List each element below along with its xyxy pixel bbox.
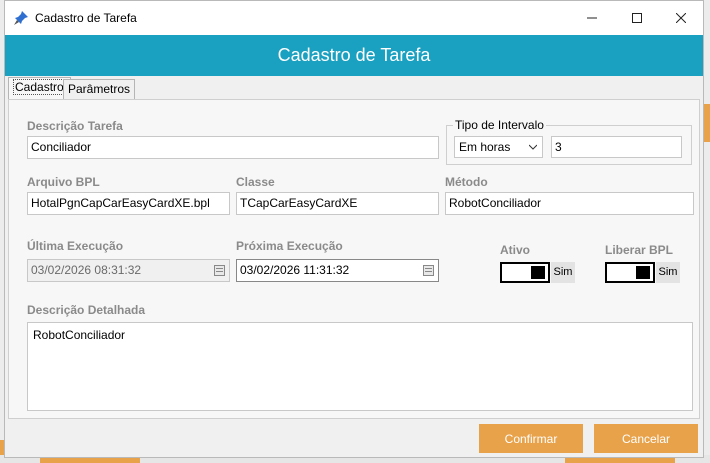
minimize-button[interactable] [570,1,614,35]
maximize-button[interactable] [615,1,659,35]
close-button[interactable] [659,1,703,35]
metodo-label: Método [445,175,488,189]
ativo-toggle-state: Sim [551,262,575,283]
calendar-icon [214,265,225,276]
ativo-label: Ativo [500,243,530,257]
descricao-detalhada-textarea[interactable]: RobotConciliador [27,322,693,411]
descricao-tarefa-input[interactable]: Conciliador [27,136,439,159]
descricao-detalhada-label: Descrição Detalhada [27,303,146,317]
tab-bar: Cadastro Parâmetros [5,76,703,100]
pushpin-icon [14,11,28,25]
confirm-button[interactable]: Confirmar [479,424,583,453]
maximize-icon [632,13,642,23]
tipo-intervalo-select-value: Em horas [459,140,511,154]
ultima-execucao-label: Última Execução [27,239,124,253]
arquivo-bpl-input[interactable]: HotalPgnCapCarEasyCardXE.bpl [27,192,230,215]
cancel-button[interactable]: Cancelar [594,424,698,453]
minimize-icon [587,17,597,19]
chevron-down-icon [529,144,537,150]
liberar-bpl-toggle-state: Sim [656,262,680,283]
ultima-execucao-input: 03/02/2026 08:31:32 [27,259,230,282]
classe-label: Classe [236,175,275,189]
tab-content-cadastro: Descrição Tarefa Conciliador Tipo de Int… [8,99,700,419]
liberar-bpl-toggle[interactable] [605,262,655,283]
background-app-button-right [704,104,710,142]
intervalo-value-input[interactable]: 3 [551,136,682,158]
proxima-execucao-label: Próxima Execução [236,239,343,253]
title-bar[interactable]: Cadastro de Tarefa [5,1,703,35]
proxima-execucao-value: 03/02/2026 11:31:32 [240,263,350,277]
tipo-intervalo-label: Tipo de Intervalo [453,118,546,132]
tab-cadastro[interactable]: Cadastro [8,77,71,100]
liberar-bpl-label: Liberar BPL [605,243,674,257]
tipo-intervalo-select[interactable]: Em horas [454,136,543,158]
dialog-header: Cadastro de Tarefa [5,35,703,76]
tipo-intervalo-group: Tipo de Intervalo Em horas 3 [446,118,692,165]
descricao-tarefa-label: Descrição Tarefa [27,119,123,133]
arquivo-bpl-label: Arquivo BPL [27,175,100,189]
dialog-window: Cadastro de Tarefa Cadastro de Tarefa Ca… [4,0,704,458]
ativo-toggle[interactable] [500,262,550,283]
background-app-edge-right [704,0,710,463]
toggle-knob [531,266,545,279]
window-title: Cadastro de Tarefa [35,11,137,25]
tab-cadastro-label: Cadastro [13,79,66,95]
toggle-knob [636,266,650,279]
close-icon [676,13,686,23]
proxima-execucao-input[interactable]: 03/02/2026 11:31:32 [236,259,439,282]
tab-parametros[interactable]: Parâmetros [63,79,136,100]
ultima-execucao-value: 03/02/2026 08:31:32 [31,263,142,277]
calendar-icon[interactable] [423,265,434,276]
metodo-input[interactable]: RobotConciliador [445,192,694,215]
classe-input[interactable]: TCapCarEasyCardXE [236,192,439,215]
